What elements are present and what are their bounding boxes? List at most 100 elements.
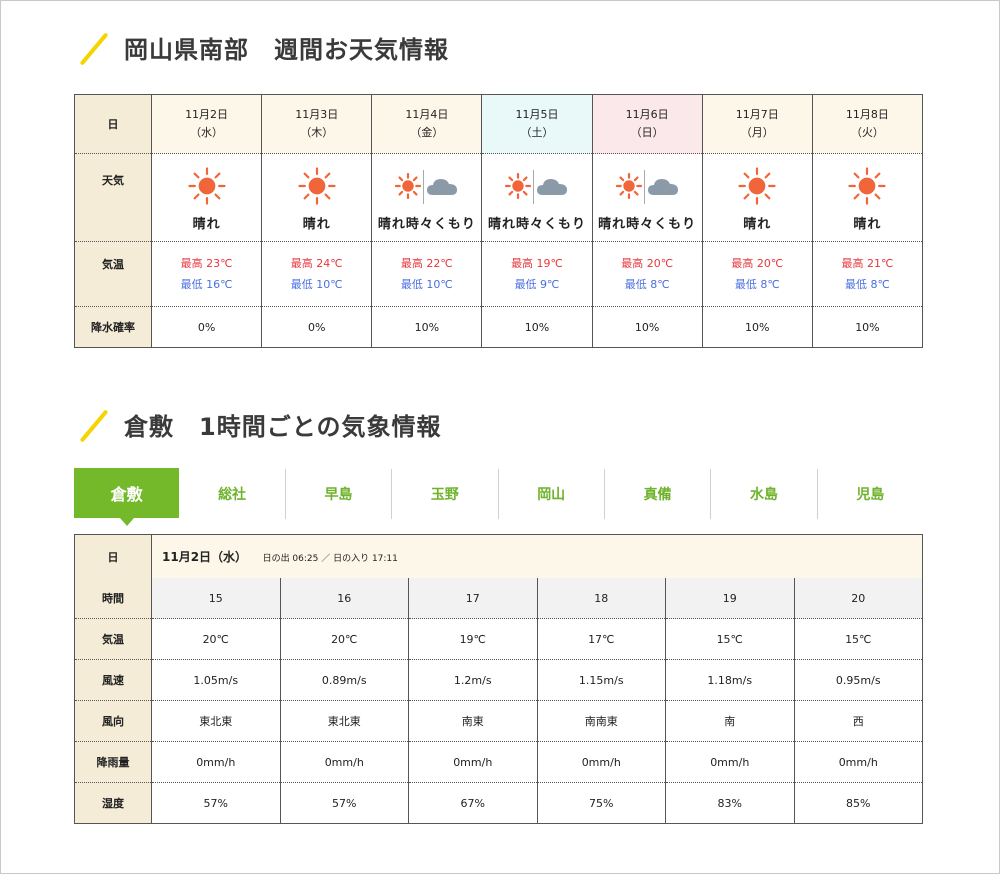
weekly-temp-row: 気温 最高 23℃ 最低 16℃ 最高 24℃ 最低 10℃ 最高 22℃ 最低 10℃ 最… <box>74 241 923 307</box>
row-label-weather: 天気 <box>74 153 152 242</box>
tab-location[interactable]: 総社 <box>179 469 286 519</box>
rain-prob-cell: 0% <box>261 306 372 348</box>
rain-prob-cell: 10% <box>701 306 813 348</box>
date-text: 11月5日 <box>515 108 559 121</box>
high-temp: 最高 22℃ <box>400 257 453 270</box>
hourly-value-cell: 東北東 <box>151 700 280 742</box>
hourly-value-cell: 67% <box>408 782 537 824</box>
date-text: 11月2日 <box>185 108 229 121</box>
hourly-row-label: 風速 <box>74 659 152 701</box>
low-temp: 最低 16℃ <box>180 278 233 291</box>
location-tabs: 倉敷 総社 早島 玉野 岡山 真備 水島 児島 <box>74 468 923 526</box>
weather-icon-group <box>593 167 702 207</box>
rain-prob-cell: 0% <box>150 306 262 348</box>
sun-icon <box>395 172 422 202</box>
weather-label: 晴れ <box>853 217 882 232</box>
hourly-row-label: 湿度 <box>74 782 152 824</box>
sun-icon <box>848 166 887 208</box>
weather-cell: 晴れ <box>261 153 372 242</box>
weekly-weather-row: 天気 晴れ 晴れ 晴れ時々くもり 晴れ時々くもり 晴れ時々くもり 晴れ 晴れ <box>74 153 923 242</box>
temp-cell: 最高 20℃ 最低 8℃ <box>701 241 813 307</box>
hourly-value-cell: 16 <box>279 578 409 619</box>
hourly-value-cell: 0.95m/s <box>793 659 923 701</box>
row-label-rain: 降水確率 <box>74 306 152 348</box>
hourly-value-cell: 20 <box>793 578 923 619</box>
sun-icon <box>738 166 776 208</box>
tab-location[interactable]: 早島 <box>286 469 393 519</box>
tab-location[interactable]: 玉野 <box>392 469 499 519</box>
low-temp: 最低 8℃ <box>624 278 670 291</box>
weather-label: 晴れ時々くもり <box>377 217 476 232</box>
temp-cell: 最高 21℃ 最低 8℃ <box>811 241 923 307</box>
hourly-value-cell: 1.18m/s <box>665 659 794 701</box>
tab-location[interactable]: 岡山 <box>499 469 605 519</box>
sun-icon <box>615 172 642 202</box>
hourly-value-cell: 0mm/h <box>536 741 666 783</box>
date-text: 11月6日 <box>625 108 669 121</box>
cloud-icon <box>426 175 458 200</box>
high-temp: 最高 20℃ <box>621 257 674 270</box>
weather-label: 晴れ <box>302 217 331 232</box>
weather-cell: 晴れ <box>811 153 923 242</box>
hourly-row: 気温 20℃ 20℃ 19℃ 17℃ 15℃ 15℃ <box>74 618 923 660</box>
hourly-row-label: 時間 <box>74 578 152 619</box>
hourly-row: 時間 15 16 17 18 19 20 <box>74 578 923 619</box>
hourly-value-cell: 南東 <box>408 700 537 742</box>
weather-cell: 晴れ <box>701 153 813 242</box>
weekly-forecast-table: 日 11月2日 （水） 11月3日 （木） 11月4日 （金） 11月5日 （土） 11月6日 （… <box>74 94 923 348</box>
hourly-value-cell: 20℃ <box>279 618 409 660</box>
weather-cell: 晴れ時々くもり <box>371 153 482 242</box>
weather-label: 晴れ時々くもり <box>598 217 697 232</box>
high-temp: 最高 21℃ <box>841 257 894 270</box>
high-temp: 最高 20℃ <box>731 257 784 270</box>
weather-icon-group <box>703 166 812 208</box>
hourly-value-cell: 20℃ <box>151 618 280 660</box>
hourly-value-cell: 0mm/h <box>279 741 409 783</box>
weekday-text: （日） <box>630 126 664 139</box>
hourly-value-cell: 57% <box>151 782 280 824</box>
hourly-value-cell: 1.05m/s <box>151 659 280 701</box>
hourly-value-cell: 0.89m/s <box>279 659 409 701</box>
hourly-value-cell: 15℃ <box>665 618 794 660</box>
hourly-date: 11月2日（水） <box>162 550 248 564</box>
weather-label: 晴れ時々くもり <box>487 217 586 232</box>
hourly-value-cell: 東北東 <box>279 700 409 742</box>
date-cell: 11月5日 （土） <box>481 94 593 154</box>
low-temp: 最低 10℃ <box>400 278 453 291</box>
row-label-temp: 気温 <box>74 241 152 307</box>
hourly-row: 風向 東北東 東北東 南東 南南東南西 <box>74 700 923 742</box>
slash-accent-icon <box>80 410 110 440</box>
tab-location[interactable]: 倉敷 <box>74 468 180 526</box>
hourly-value-cell: 0mm/h <box>665 741 794 783</box>
rain-prob-cell: 10% <box>811 306 923 348</box>
hourly-value-cell: 1.2m/s <box>408 659 537 701</box>
date-cell: 11月8日 （火） <box>811 94 923 154</box>
date-text: 11月8日 <box>845 108 889 121</box>
tab-location[interactable]: 真備 <box>605 469 712 519</box>
temp-cell: 最高 19℃ 最低 9℃ <box>481 241 593 307</box>
tab-location[interactable]: 児島 <box>818 469 923 519</box>
weather-icon-group <box>152 166 261 207</box>
high-temp: 最高 24℃ <box>290 257 343 270</box>
weekday-text: （土） <box>520 126 554 139</box>
temp-cell: 最高 22℃ 最低 10℃ <box>371 241 482 307</box>
hourly-value-cell: 0mm/h <box>793 741 923 783</box>
hourly-date-cell: 11月2日（水） 日の出 06:25 ／ 日の入り 17:11 <box>151 534 923 578</box>
weekly-date-row: 日 11月2日 （水） 11月3日 （木） 11月4日 （金） 11月5日 （土） 11月6日 （… <box>74 94 923 154</box>
tab-location[interactable]: 水島 <box>711 469 818 519</box>
hourly-day-row: 日 11月2日（水） 日の出 06:25 ／ 日の入り 17:11 <box>74 534 923 578</box>
weekday-text: （木） <box>300 126 334 139</box>
weather-icon-group <box>262 166 371 207</box>
weather-cell: 晴れ時々くもり <box>591 153 703 242</box>
rain-prob-cell: 10% <box>481 306 593 348</box>
temp-cell: 最高 20℃ 最低 8℃ <box>591 241 703 307</box>
weather-icon-group <box>372 167 481 207</box>
hourly-value-cell: 0mm/h <box>151 741 280 783</box>
sun-icon <box>505 172 532 202</box>
date-cell: 11月3日 （木） <box>261 94 372 154</box>
icon-divider <box>423 170 425 204</box>
cloud-icon <box>647 175 679 200</box>
hourly-row-label: 降雨量 <box>74 741 152 783</box>
weather-icon-group <box>482 167 591 207</box>
row-label-day: 日 <box>74 534 152 578</box>
